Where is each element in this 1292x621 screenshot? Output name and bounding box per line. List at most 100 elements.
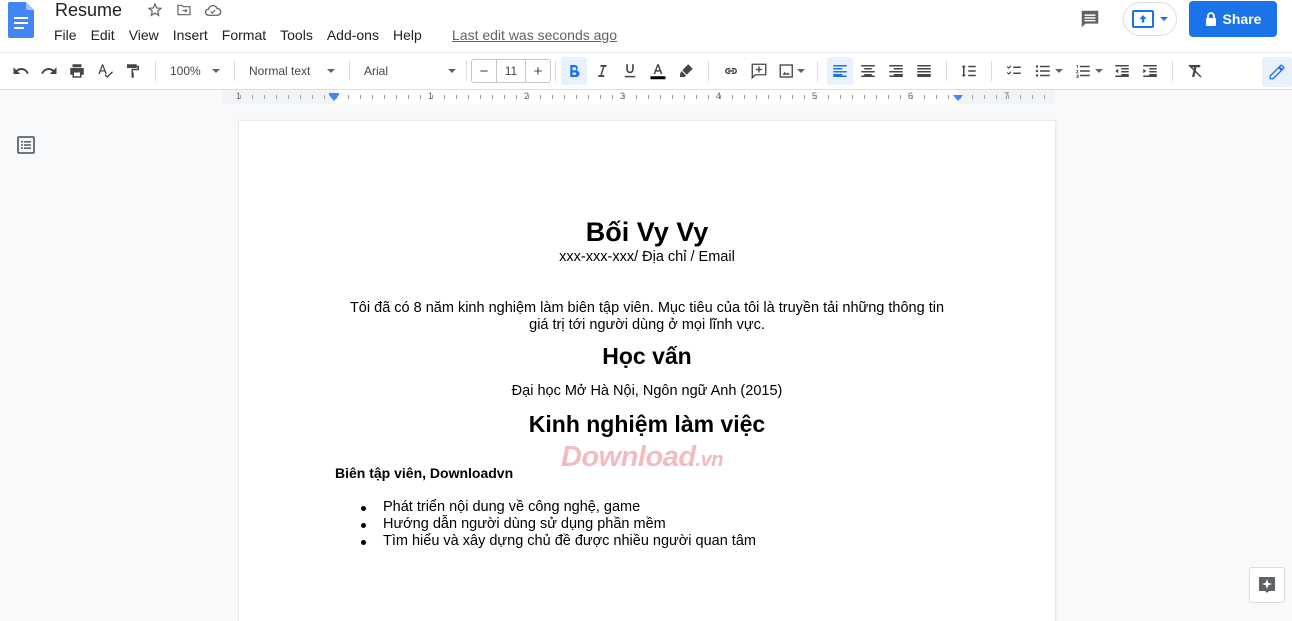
ruler-tick [876, 95, 877, 99]
toolbar-divider [1172, 61, 1173, 81]
font-value: Arial [364, 64, 389, 78]
redo-button[interactable] [36, 57, 62, 85]
paragraph-style-select[interactable]: Normal text [243, 57, 341, 85]
last-edit-link[interactable]: Last edit was seconds ago [452, 27, 617, 43]
ruler-tick [984, 95, 985, 99]
paint-format-button[interactable] [120, 57, 146, 85]
ruler-tick [444, 95, 445, 99]
move-to-folder-icon[interactable] [175, 1, 193, 19]
right-indent-marker[interactable] [953, 95, 963, 101]
present-button[interactable] [1123, 2, 1177, 36]
ruler-tick [756, 95, 757, 99]
document-title[interactable]: Resume [55, 0, 122, 21]
menu-file[interactable]: File [54, 27, 77, 43]
ruler-tick [360, 95, 361, 99]
decrease-font-size-button[interactable]: − [472, 60, 496, 82]
paragraph-style-value: Normal text [249, 64, 311, 78]
menu-add-ons[interactable]: Add-ons [327, 27, 379, 43]
ruler-tick [912, 95, 913, 99]
share-button[interactable]: Share [1189, 1, 1277, 37]
increase-font-size-button[interactable]: + [526, 60, 550, 82]
increase-indent-button[interactable] [1137, 57, 1163, 85]
ruler-tick [588, 95, 589, 99]
align-center-button[interactable] [855, 57, 881, 85]
ruler[interactable]: 1 1 2 3 4 5 6 7 [0, 90, 1292, 104]
ruler-tick [828, 95, 829, 99]
align-left-icon [833, 65, 847, 77]
list-item: Tìm hiểu và xây dựng chủ đề được nhiều n… [361, 533, 959, 550]
underline-button[interactable] [617, 57, 643, 85]
clear-formatting-button[interactable] [1182, 57, 1208, 85]
spellcheck-button[interactable] [92, 57, 118, 85]
menu-help[interactable]: Help [393, 27, 422, 43]
ruler-tick [492, 95, 493, 99]
document-body[interactable]: Bối Vy Vy xxx-xxx-xxx/ Địa chỉ / Email T… [335, 216, 959, 550]
ruler-tick [684, 95, 685, 99]
align-justify-icon [917, 65, 931, 77]
toolbar-divider [555, 61, 556, 81]
decrease-indent-button[interactable] [1109, 57, 1135, 85]
explore-button[interactable] [1249, 567, 1285, 603]
insert-image-button[interactable] [774, 57, 808, 85]
zoom-select[interactable]: 100% [164, 57, 226, 85]
toolbar-divider [708, 61, 709, 81]
font-select[interactable]: Arial [358, 57, 462, 85]
ruler-tick [576, 95, 577, 99]
checklist-button[interactable] [1001, 57, 1027, 85]
ruler-track [222, 90, 1055, 104]
chevron-down-icon [212, 69, 220, 73]
toolbar-divider [234, 61, 235, 81]
highlight-color-button[interactable] [673, 57, 699, 85]
undo-button[interactable] [8, 57, 34, 85]
align-left-button[interactable] [827, 57, 853, 85]
italic-button[interactable] [589, 57, 615, 85]
document-outline-icon[interactable] [17, 136, 35, 154]
justify-button[interactable] [911, 57, 937, 85]
menu-edit[interactable]: Edit [91, 27, 115, 43]
ruler-tick [840, 95, 841, 99]
present-dropdown-caret-icon[interactable] [1160, 17, 1168, 21]
chevron-down-icon [327, 69, 335, 73]
editing-mode-button[interactable] [1262, 57, 1292, 87]
ruler-tick [996, 95, 997, 99]
menu-format[interactable]: Format [222, 27, 266, 43]
print-button[interactable] [64, 57, 90, 85]
comment-history-icon[interactable] [1079, 8, 1101, 30]
menu-insert[interactable]: Insert [173, 27, 208, 43]
ruler-tick [468, 95, 469, 99]
star-icon[interactable] [146, 1, 164, 19]
add-comment-button[interactable] [746, 57, 772, 85]
ruler-tick [1020, 95, 1021, 99]
paint-format-icon [127, 64, 139, 78]
print-icon [70, 64, 84, 78]
watermark: Download.vn [561, 441, 723, 474]
document-page[interactable]: Bối Vy Vy xxx-xxx-xxx/ Địa chỉ / Email T… [239, 121, 1055, 621]
education-heading: Học vấn [602, 343, 692, 369]
pencil-icon [1269, 64, 1285, 80]
chevron-down-icon [796, 69, 805, 73]
text-color-button[interactable] [645, 57, 671, 85]
ruler-tick [744, 95, 745, 99]
link-icon [725, 68, 737, 74]
toolbar-divider [817, 61, 818, 81]
zoom-value: 100% [170, 64, 201, 78]
ruler-tick [648, 95, 649, 99]
redo-icon [41, 67, 57, 74]
ruler-tick [432, 95, 433, 99]
formatting-toolbar: 100% Normal text Arial − 11 + [0, 52, 1292, 90]
insert-link-button[interactable] [718, 57, 744, 85]
left-indent-marker[interactable] [329, 95, 339, 101]
numbered-list-icon [1075, 65, 1090, 78]
bulleted-list-button[interactable] [1029, 57, 1067, 85]
menu-view[interactable]: View [129, 27, 159, 43]
docs-logo-icon[interactable] [8, 2, 34, 38]
cloud-saved-icon[interactable] [204, 1, 222, 19]
increase-indent-icon [1143, 65, 1157, 77]
font-size-input[interactable]: 11 [496, 60, 526, 82]
align-right-button[interactable] [883, 57, 909, 85]
numbered-list-button[interactable] [1069, 57, 1107, 85]
menu-tools[interactable]: Tools [280, 27, 313, 43]
bold-button[interactable] [561, 57, 587, 85]
line-spacing-button[interactable] [956, 57, 982, 85]
ruler-tick [864, 95, 865, 99]
